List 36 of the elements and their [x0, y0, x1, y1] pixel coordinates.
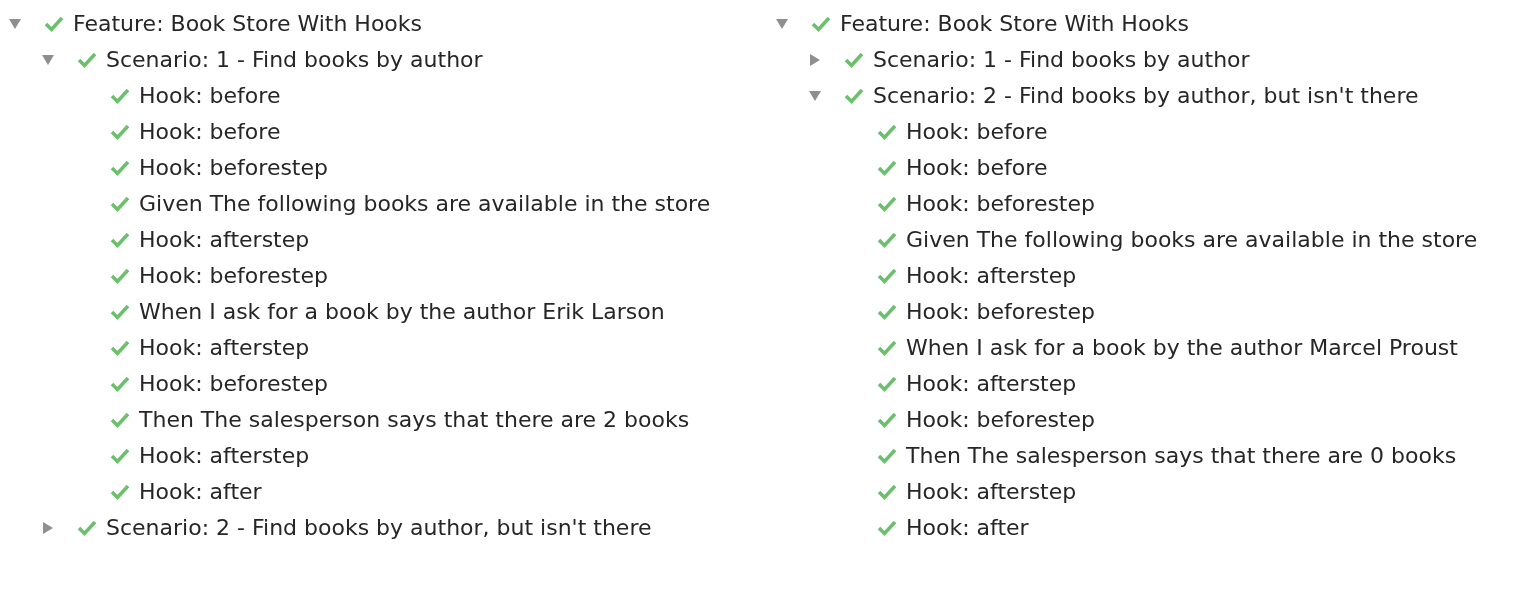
tree-item[interactable]: When I ask for a book by the author Erik Larson	[139, 299, 665, 325]
tree-item[interactable]: Hook: before	[906, 155, 1048, 181]
collapse-arrow-icon[interactable]	[808, 89, 822, 103]
tree-item[interactable]: Hook: afterstep	[906, 263, 1077, 289]
tree-item[interactable]: Hook: beforestep	[139, 371, 328, 397]
tree-item[interactable]: Hook: afterstep	[139, 443, 310, 469]
tree-item[interactable]: Scenario: 1 - Find books by author	[106, 47, 483, 73]
tree-item[interactable]: Hook: afterstep	[139, 335, 310, 361]
tree-item[interactable]: Hook: beforestep	[139, 155, 328, 181]
tree-item[interactable]: Given The following books are available in the store	[139, 191, 711, 217]
tree-item[interactable]: Hook: after	[139, 479, 262, 505]
tree-item[interactable]: Hook: beforestep	[139, 263, 328, 289]
expand-arrow-icon[interactable]	[808, 53, 822, 67]
tree-item[interactable]: Hook: afterstep	[139, 227, 310, 253]
collapse-arrow-icon[interactable]	[41, 53, 55, 67]
tree-item[interactable]: Feature: Book Store With Hooks	[840, 11, 1190, 37]
collapse-arrow-icon[interactable]	[775, 17, 789, 31]
expand-arrow-icon[interactable]	[41, 521, 55, 535]
tree-item[interactable]: Scenario: 2 - Find books by author, but isn't there	[106, 515, 652, 541]
tree-item[interactable]: Then The salesperson says that there are 0 books	[906, 443, 1457, 469]
tree-item[interactable]: Hook: afterstep	[906, 371, 1077, 397]
collapse-arrow-icon[interactable]	[8, 17, 22, 31]
tree-item[interactable]: Hook: afterstep	[906, 479, 1077, 505]
tree-item[interactable]: Scenario: 1 - Find books by author	[873, 47, 1250, 73]
tree-item[interactable]: Hook: before	[139, 83, 281, 109]
tree-item[interactable]: Scenario: 2 - Find books by author, but isn't there	[873, 83, 1419, 109]
tree-item[interactable]: Hook: beforestep	[906, 299, 1095, 325]
tree-item[interactable]: Hook: beforestep	[906, 191, 1095, 217]
tree-item[interactable]: Feature: Book Store With Hooks	[73, 11, 423, 37]
tree-item[interactable]: Hook: before	[906, 119, 1048, 145]
tree-item[interactable]: Then The salesperson says that there are 2 books	[139, 407, 690, 433]
tree-item[interactable]: Hook: before	[139, 119, 281, 145]
tree-item[interactable]: Given The following books are available in the store	[906, 227, 1478, 253]
tree-item[interactable]: Hook: after	[906, 515, 1029, 541]
tree-item[interactable]: When I ask for a book by the author Marcel Proust	[906, 335, 1458, 361]
tree-item[interactable]: Hook: beforestep	[906, 407, 1095, 433]
